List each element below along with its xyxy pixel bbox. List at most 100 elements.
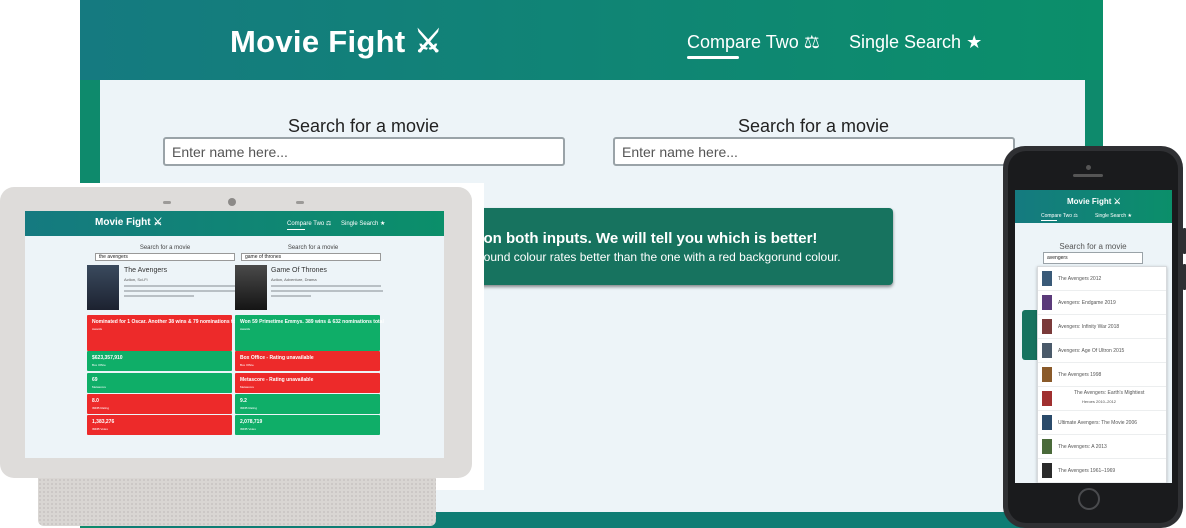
movie-genre-right: Action, Adventure, Drama <box>271 277 317 282</box>
tablet-nav-underline <box>287 229 305 230</box>
search-input-right[interactable] <box>613 137 1015 166</box>
stat-key: IMDB Rating <box>92 406 110 410</box>
stat-key: Box Office <box>92 363 106 367</box>
dropdown-item[interactable]: The Avengers: Earth's Mightiest Heroes 2… <box>1038 387 1166 411</box>
movie-plot-line <box>271 285 381 287</box>
stat-value: 1,383,276 <box>92 419 115 425</box>
tablet-sensor <box>163 201 171 204</box>
tablet-sensor <box>296 201 304 204</box>
result-poster <box>1042 295 1052 310</box>
phone-nav-compare-two[interactable]: Compare Two ⚖ <box>1041 213 1078 219</box>
stat-key: Awards <box>240 327 250 331</box>
search-label-left: Search for a movie <box>287 116 440 136</box>
result-poster <box>1042 463 1052 478</box>
tablet-speaker-base <box>38 470 436 526</box>
phone-logo[interactable]: Movie Fight ⚔ <box>1067 197 1121 206</box>
banner-title: s on both inputs. We will tell you which… <box>471 230 818 247</box>
result-title: The Avengers: A 2013 <box>1058 444 1107 450</box>
tablet-nav-single-search[interactable]: Single Search ★ <box>341 220 385 227</box>
tablet-camera <box>228 198 236 206</box>
search-input-left[interactable] <box>163 137 565 166</box>
stat-key: IMDB Rating <box>240 406 258 410</box>
movie-plot-line <box>124 285 244 287</box>
movie-plot-line <box>271 295 311 297</box>
movie-title-left: The Avengers <box>124 267 168 274</box>
stat-metascore-right: Metascore - Rating unavailable Metascore <box>235 373 380 393</box>
result-title: The Avengers: Earth's Mightiest <box>1074 390 1145 396</box>
movie-poster-left <box>87 265 119 310</box>
tablet-navbar: Movie Fight ⚔ Compare Two ⚖ Single Searc… <box>25 211 444 236</box>
stat-imdbvotes-right: 2,078,719 IMDB Votes <box>235 415 380 435</box>
result-poster <box>1042 367 1052 382</box>
phone-nav-underline <box>1041 220 1057 221</box>
tablet-nav-compare-two[interactable]: Compare Two ⚖ <box>287 220 331 227</box>
phone-nav-single-search[interactable]: Single Search ★ <box>1095 213 1132 219</box>
result-title: The Avengers 2012 <box>1058 276 1102 282</box>
stat-value: 69 <box>92 377 98 383</box>
tablet-logo[interactable]: Movie Fight ⚔ <box>95 217 162 228</box>
dropdown-item[interactable]: The Avengers 2012 <box>1038 267 1166 291</box>
phone-home-button[interactable] <box>1078 488 1100 510</box>
dropdown-item[interactable]: Avengers: Endgame 2019 <box>1038 291 1166 315</box>
movie-plot-line <box>124 295 194 297</box>
dropdown-item[interactable]: The Avengers: A 2013 <box>1038 435 1166 459</box>
dropdown-item[interactable]: Avengers: Age Of Ultron 2015 <box>1038 339 1166 363</box>
banner-subtitle: cgound colour rates better than the one … <box>471 250 841 264</box>
result-subtitle: Heroes 2010–2012 <box>1082 399 1117 404</box>
movie-title-right: Game Of Thrones <box>271 267 327 274</box>
tablet-search-input-left[interactable]: the avengers <box>95 253 235 261</box>
stat-value: $623,357,910 <box>92 355 123 361</box>
phone-screen: Movie Fight ⚔ Compare Two ⚖ Single Searc… <box>1015 190 1172 483</box>
tablet-search-label-right: Search for a movie <box>287 245 339 251</box>
movie-plot-line <box>271 290 383 292</box>
result-poster <box>1042 391 1052 406</box>
phone-search-label: Search for a movie <box>1059 242 1127 251</box>
stat-key: Box Office <box>240 363 254 367</box>
phone-navbar: Movie Fight ⚔ Compare Two ⚖ Single Searc… <box>1015 190 1172 223</box>
result-title: Avengers: Age Of Ultron 2015 <box>1058 348 1125 354</box>
stat-boxoffice-right: Box Office - Rating unavailable Box Offi… <box>235 351 380 371</box>
stat-imdbrating-right: 9.2 IMDB Rating <box>235 394 380 414</box>
dropdown-item[interactable]: Avengers: Infinity War 2018 <box>1038 315 1166 339</box>
nav-compare-two[interactable]: Compare Two ⚖ <box>687 32 820 53</box>
movie-poster-right <box>235 265 267 310</box>
stat-key: IMDB Votes <box>92 427 108 431</box>
phone-search-input[interactable]: avengers <box>1043 252 1143 264</box>
stat-imdbrating-left: 8.0 IMDB Rating <box>87 394 232 414</box>
stat-awards-right: Won 59 Primetime Emmys. 389 wins & 632 n… <box>235 315 384 351</box>
search-label-right: Search for a movie <box>737 116 890 136</box>
phone-camera <box>1086 165 1091 170</box>
stat-imdbvotes-left: 1,383,276 IMDB Votes <box>87 415 232 435</box>
stat-value: Box Office - Rating unavailable <box>240 355 314 361</box>
result-poster <box>1042 271 1052 286</box>
stat-metascore-left: 69 Metascore <box>87 373 232 393</box>
result-title: The Avengers 1961–1969 <box>1058 468 1116 474</box>
stat-boxoffice-left: $623,357,910 Box Office <box>87 351 232 371</box>
stat-value: 8.0 <box>92 398 99 404</box>
dropdown-item[interactable]: The Avengers 1998 <box>1038 363 1166 387</box>
stat-key: IMDB Votes <box>240 427 256 431</box>
stat-value: Won 59 Primetime Emmys. 389 wins & 632 n… <box>240 319 384 325</box>
result-poster <box>1042 319 1052 334</box>
nav-single-search[interactable]: Single Search ★ <box>849 32 982 53</box>
dropdown-item[interactable]: Ultimate Avengers: The Movie 2006 <box>1038 411 1166 435</box>
tablet-screen: Movie Fight ⚔ Compare Two ⚖ Single Searc… <box>25 211 444 458</box>
phone-speaker <box>1073 174 1103 177</box>
nav-active-underline <box>687 56 739 59</box>
result-title: Avengers: Endgame 2019 <box>1058 300 1116 306</box>
result-poster <box>1042 439 1052 454</box>
desktop-navbar: Movie Fight ⚔ Compare Two ⚖ Single Searc… <box>80 0 1103 80</box>
result-poster <box>1042 343 1052 358</box>
result-title: Avengers: Infinity War 2018 <box>1058 324 1120 330</box>
instructions-banner: s on both inputs. We will tell you which… <box>445 208 893 285</box>
movie-plot-line <box>124 290 242 292</box>
movie-genre-left: Action, Sci-Fi <box>124 277 148 282</box>
tablet-search-label-left: Search for a movie <box>139 245 191 251</box>
tablet-search-input-right[interactable]: game of thrones <box>241 253 381 261</box>
stat-value: 9.2 <box>240 398 247 404</box>
stat-value: 2,078,719 <box>240 419 263 425</box>
dropdown-item[interactable]: The Avengers 1961–1969 <box>1038 459 1166 483</box>
stat-value: Metascore - Rating unavailable <box>240 377 314 383</box>
stat-key: Metascore <box>240 385 255 389</box>
desktop-logo[interactable]: Movie Fight ⚔ <box>230 24 443 60</box>
